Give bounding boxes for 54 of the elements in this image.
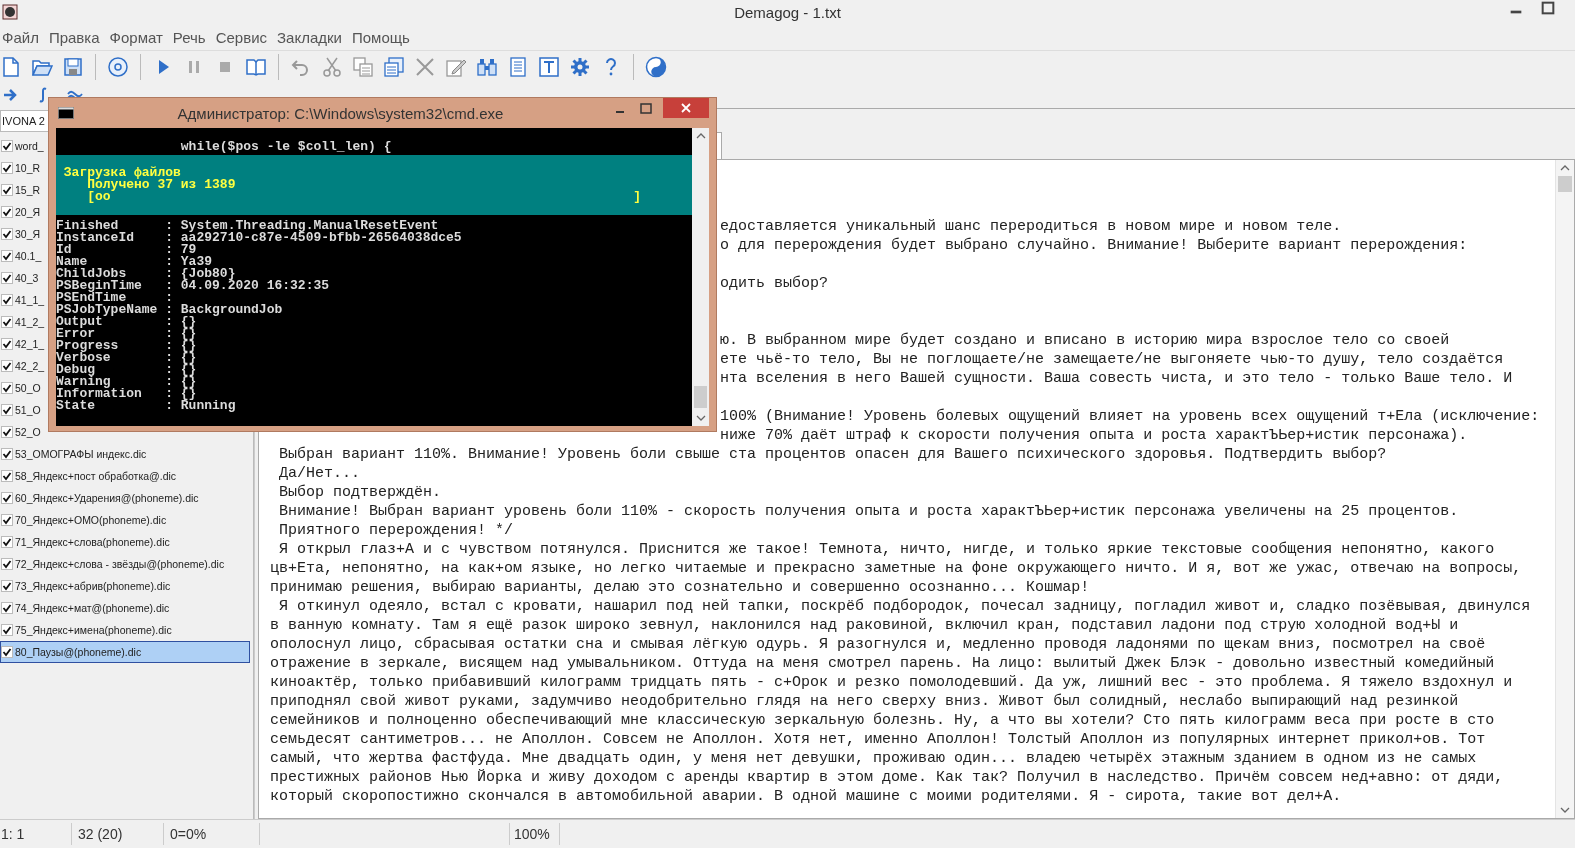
text-line: ете чьё-то тело, Вы не поглощаете/не замещаете/не выгоняете чью-то душу, тело создаётся [720,350,1504,369]
console-command: while($pos -le $coll_len) { [179,141,393,153]
console-line: Id : 79 [56,244,197,256]
text-line: 100% (Внимание! Уровень болевых ощущений влияет на уровень всех ощущений т+Ела (исключение: [720,407,1540,426]
window-title: Demagog - 1.txt [733,3,842,21]
console-line: Output : {} [56,316,197,328]
text-line: Внимание! Выбран вариант уровень боли 110% - скорость получения опыта и роста характЪЬер+истик персонажа увеличены на 25 процентов. [278,502,1460,521]
text-line: который скоропостижно скончался в автомобильной аварии. В одной машине с моими родителями. Я - сирота, такие вот дел+А. [270,787,1343,806]
console-line: Verbose : {} [56,352,198,364]
text-line: Да/Нет... [278,464,361,483]
console-line: Progress : {} [56,340,198,352]
console-line: PSEndTime : [56,292,175,304]
console-line: Debug : {} [56,364,198,376]
progress-status: Получено 37 из 1389 [87,179,237,191]
text-line: одить выбор? [720,274,829,293]
text-line: цв+Ета, непонятно, на как+ом языке, но легко читаемые и прекрасно заметные на фоне окружающего ничто. И я, вот же ужас, отвечаю на вопросы, [270,559,1523,578]
text-line: в ванную комнату. Там я ещё разок широко зевнул, наклонился над раковиной, включил кран, подставил ладони под струю холодной вод+Ы и [270,616,1460,635]
progress-bar-start: [oo [87,191,111,203]
cursor-position: 1: 1 [0,823,72,845]
console-line: Finished : System.Threading.ManualResetEvent [56,220,439,232]
console-line: PSBeginTime : 04.09.2020 16:32:35 [56,280,331,292]
text-line: престижных районов Нью Йорка и живу доходом с аренды квартир в этом доме. Как так? Получил в наследство. Причём совсем нед+авно: от дяди, [270,768,1505,787]
line-count: 32 (20) [72,823,164,845]
text-line: ю. В выбранном мире будет создано и вписано в историю мира взрослое тело со своей [720,331,1450,350]
text-line: отражение в зеркале, висящем над умывальником. Оттуда на меня смотрел парень. На лицо: вылитый Джек Блэк - довольно известный комедийный [270,654,1496,673]
text-line: нта вселения в него Вашей сущности. Ваша совесть чиста, и это тело - только Ваше тело. И [720,369,1513,388]
text-line: ниже 70% даёт штраф к скорости получения опыта и роста характЪЬер+истик персонажа). [720,426,1468,445]
console-title: Администратор: C:\Windows\system32\cmd.exe [176,104,505,122]
text-line: семейников и полноценно обеспечивающий мне классическую зеркальную болезнь. Ну, а что вы хотели? Сто пять килограмм веса при росте в сто [270,711,1496,730]
text-line: Выбран вариант 110%. Внимание! Уровень боли свыше ста процентов опасен для Вашего психического здоровья. Подтвердить выбор? [278,445,1388,464]
text-line: Я откинул одеяло, встал с кровати, нашарил под ней тапки, поскрёб подбородок, почесал задницу, погладил живот и, сладко позёвывая, двинулся [278,597,1532,616]
text-line: приподнял свой живот руками, задумчиво неодобрительно глядя на него сверху вниз. Живот был солидный, неслабо выпирающий над резинкой [270,692,1460,711]
text-line: семьдесят сантиметров... не Аполлон. Совсем не Аполлон. Хотя нет, именно Аполлон! Толстый Аполлон из популярных интернет прикол+ов. Тот [270,730,1487,749]
text-line: Я открыл глаз+А и с чувством потянулся. Приснится же такое! Темнота, ничто, нигде, и только яркие текстовые сообщения непонятно, какого [278,540,1496,559]
text-line: киноактёр, только прибавивший килограмм тридцать пять - с+Орок и резко помолодевший. Да уж, лишний вес - это проблема. Я тяжело вздохнул и [270,673,1514,692]
console-line: Information : {} [56,388,197,400]
text-line: едоставляется уникальный шанс переродиться в новом мире и новом теле. [720,217,1342,236]
console-line: Warning : {} [56,376,198,388]
progress-bar-end: ] [633,191,642,203]
console-line: Name : Ya39 [56,256,213,268]
console-line: InstanceId : aa292710-c87e-4509-bfbb-26564038dce5 [56,232,463,244]
text-line: ополоснул лицо, сбрасывая остатки сна и смывая лёгкую одурь. Я разогнулся и, медленно проводя ладонями по щекам вниз, посмотрел на своё [270,635,1487,654]
console-line: State : Running [56,400,237,412]
console-line: ChildJobs : {Job80} [56,268,236,280]
progress-title: Загрузка файлов [62,167,182,179]
text-line: о для перерождения будет выбрано случайно. Внимание! Выберите вариант перерождения: [720,236,1468,255]
zoom-level: 100% [510,823,560,845]
text-line: самый, что жертва фастфуда. Мне двадцать один, у меня нет девушки, проживаю один... владею четырёх этажным зданием в одном из не самых [270,749,1478,768]
progress-ratio: 0=0% [164,823,260,845]
console-line: PSJobTypeName : BackgroundJob [56,304,284,316]
console-line: Error : {} [56,328,198,340]
text-line: принимаю решения, выбираю варианты, делаю это сознательно и совершенно осознанно... Кошмар! [270,578,1091,597]
text-line: Приятного перерождения! */ [278,521,515,540]
text-line: Выбор подтверждён. [278,483,443,502]
